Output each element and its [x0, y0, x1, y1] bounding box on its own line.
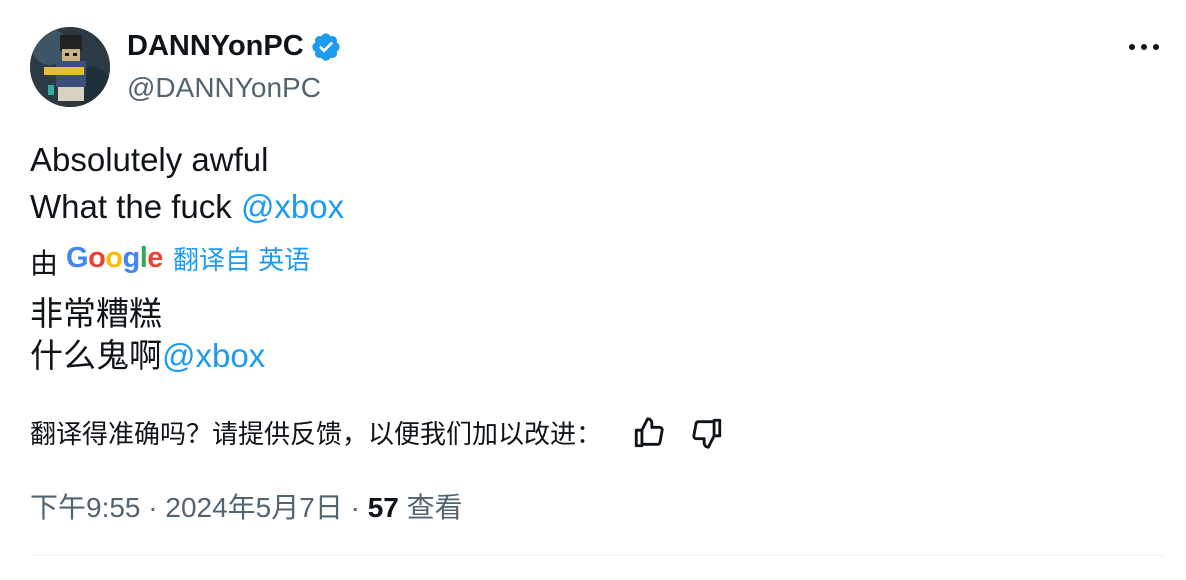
- verified-badge-icon: [312, 32, 340, 61]
- tweet: DANNYonPC @DANNYonPC Absolutely awful Wh…: [0, 0, 1186, 580]
- author-name-row: DANNYonPC: [127, 30, 342, 63]
- divider: [30, 555, 1164, 556]
- author-display-name[interactable]: DANNYonPC: [127, 30, 304, 63]
- tweet-text-line-2: What the fuck @xbox: [30, 188, 344, 226]
- feedback-prompt: 翻译得准确吗？请提供反馈，以便我们加以改进：: [30, 419, 603, 449]
- tweet-time[interactable]: 下午9:55: [30, 492, 141, 523]
- thumbs-up-icon[interactable]: [632, 416, 666, 450]
- mention-link[interactable]: @xbox: [241, 188, 344, 225]
- translated-text-line-2: 什么鬼啊@xbox: [30, 329, 265, 377]
- tweet-date[interactable]: 2024年5月7日: [165, 492, 342, 523]
- author-handle[interactable]: @DANNYonPC: [127, 72, 321, 104]
- meta-separator: ·: [342, 492, 368, 523]
- views-count: 57: [367, 492, 399, 523]
- translated-from-link[interactable]: 翻译自 英语: [173, 240, 310, 277]
- translated-by-label: 由: [30, 248, 59, 279]
- avatar[interactable]: [30, 27, 110, 107]
- translation-attribution: 由 Google 翻译自 英语: [30, 238, 310, 280]
- views-label: 查看: [398, 492, 463, 523]
- tweet-text-line-2-text: What the fuck: [30, 188, 241, 225]
- avatar-image: [30, 27, 110, 107]
- google-logo: Google: [66, 241, 163, 274]
- tweet-text-line-1: Absolutely awful: [30, 141, 269, 178]
- more-options-icon[interactable]: [1126, 35, 1162, 59]
- translated-mention-link[interactable]: @xbox: [162, 337, 265, 374]
- translated-text-line-2-text: 什么鬼啊: [30, 337, 162, 374]
- thumbs-down-icon[interactable]: [690, 416, 724, 450]
- meta-separator: ·: [140, 492, 166, 523]
- translated-text-line-1: 非常糟糕: [30, 295, 162, 332]
- tweet-meta: 下午9:55 · 2024年5月7日 · 57 查看: [30, 486, 463, 526]
- translation-feedback: 翻译得准确吗？请提供反馈，以便我们加以改进：: [30, 414, 724, 451]
